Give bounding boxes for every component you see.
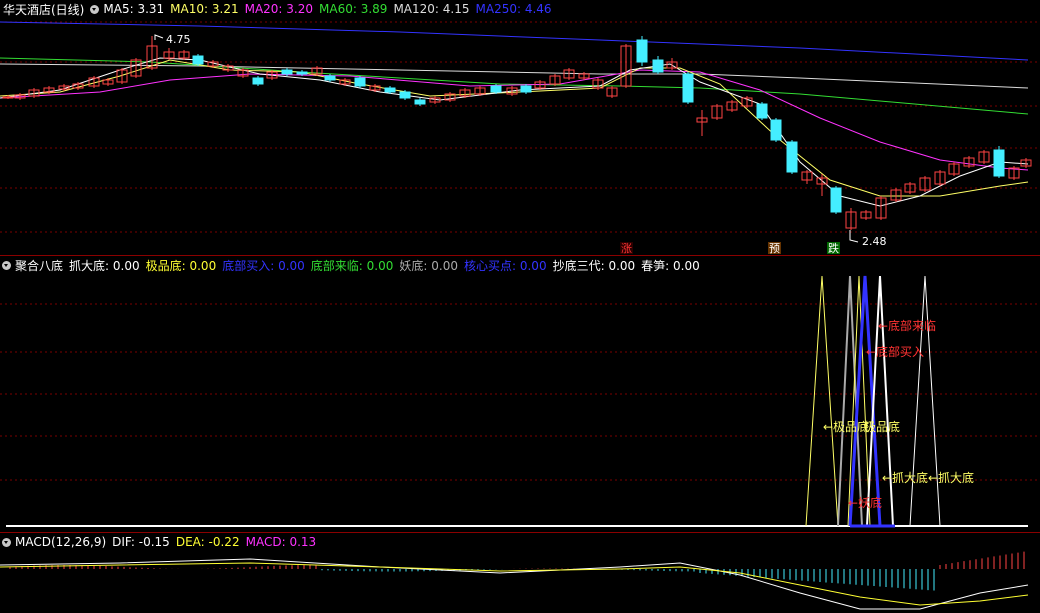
candle-body <box>520 85 532 93</box>
candle-body <box>652 59 664 73</box>
candle-body <box>324 75 336 81</box>
candle-body <box>830 187 842 213</box>
high-mark-label: 4.75 <box>166 33 191 46</box>
annot-jipindi-1: ←极品底 <box>823 419 869 434</box>
candle-body <box>993 149 1005 177</box>
low-mark-label: 2.48 <box>862 235 887 248</box>
spike-white-2 <box>909 275 941 527</box>
svg-text:预: 预 <box>769 242 780 255</box>
spike-white-1 <box>866 275 894 527</box>
indicator-pane[interactable]: 聚合八底 抓大底: 0.00 极品底: 0.00 底部买入: 0.00 底部来临… <box>0 256 1040 532</box>
indicator-chart[interactable]: ←底部来临 ←底部买入 ←极品底 极品底 ←抓大底 ←抓大底 ←妖底 <box>0 256 1040 532</box>
candle-body <box>636 39 648 63</box>
ma5-line <box>0 57 1029 207</box>
annot-zhuadadi-2: ←抓大底 <box>928 470 974 485</box>
candle-body <box>786 141 798 173</box>
candle-body <box>281 69 293 75</box>
candle-body <box>354 77 366 87</box>
candle-body <box>296 71 308 75</box>
annot-dibulailin: ←底部来临 <box>878 318 936 333</box>
signal-zhang-badge: 涨 <box>620 242 633 255</box>
svg-text:跌: 跌 <box>828 241 839 255</box>
candle-body <box>682 73 694 103</box>
candle-body <box>399 91 411 99</box>
price-pane[interactable]: 华天酒店(日线) MA5: 3.31 MA10: 3.21 MA20: 3.20… <box>0 0 1040 255</box>
candle-body <box>192 55 204 65</box>
candle-body <box>490 85 502 93</box>
annot-yaodi: ←妖底 <box>848 495 882 510</box>
ma20-line <box>0 69 1029 171</box>
high-mark-arrow <box>154 34 164 40</box>
macd-chart[interactable] <box>0 533 1040 613</box>
candle-body <box>756 103 768 119</box>
macd-pane[interactable]: MACD(12,26,9) DIF: -0.15 DEA: -0.22 MACD… <box>0 533 1040 613</box>
candle-body <box>384 87 396 93</box>
signal-yu-badge: 预 <box>768 242 781 255</box>
price-chart[interactable]: 4.75 2.48 涨 预 跌 <box>0 0 1040 255</box>
annot-zhuadadi-1: ←抓大底 <box>882 470 928 485</box>
signal-die-badge: 跌 <box>827 241 840 255</box>
candle-body <box>252 77 264 85</box>
candle-body <box>414 99 426 105</box>
ma250-line <box>0 21 1029 61</box>
candle-body <box>770 119 782 141</box>
annot-jipindi-2: 极品底 <box>864 419 900 434</box>
svg-text:涨: 涨 <box>621 242 632 255</box>
spike-yellow-1 <box>805 275 839 527</box>
ma10-line <box>0 59 1029 197</box>
ma60-line <box>0 57 1029 115</box>
candle-body <box>2 96 14 99</box>
annot-dibumairu: ←底部买入 <box>866 344 924 359</box>
